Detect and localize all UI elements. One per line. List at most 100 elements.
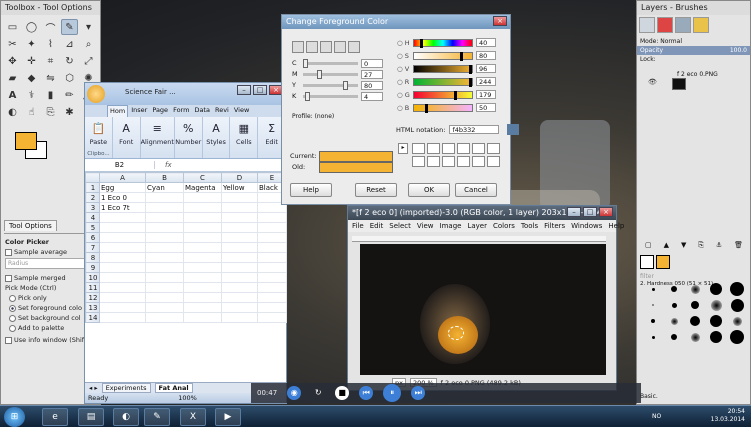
- anchor-icon[interactable]: ⚓: [716, 241, 722, 253]
- cell[interactable]: [221, 262, 258, 273]
- cell[interactable]: [257, 232, 287, 243]
- cmyk-slider[interactable]: [303, 69, 358, 79]
- cell[interactable]: [145, 282, 184, 293]
- row-header[interactable]: 4: [85, 212, 100, 223]
- cell[interactable]: [257, 282, 287, 293]
- brush-preview[interactable]: [686, 314, 704, 328]
- color-history-swatch[interactable]: [412, 143, 425, 154]
- cell[interactable]: [183, 282, 222, 293]
- brush-preview[interactable]: [707, 330, 725, 344]
- slider-knob[interactable]: [316, 69, 322, 79]
- cell[interactable]: [221, 252, 258, 263]
- brush-preview[interactable]: [728, 330, 746, 344]
- menu-item[interactable]: Image: [440, 222, 462, 230]
- ribbon-group-styles[interactable]: A Styles: [203, 117, 231, 158]
- channel-value-input[interactable]: 80: [476, 51, 496, 60]
- color-history-swatch[interactable]: [487, 156, 500, 167]
- color-history-swatch[interactable]: [457, 143, 470, 154]
- dialog-close-button[interactable]: ×: [493, 16, 507, 26]
- help-button[interactable]: Help: [290, 183, 332, 197]
- measure-tool-icon[interactable]: ⊿: [61, 36, 78, 52]
- cell[interactable]: [183, 252, 222, 263]
- brush-preview[interactable]: [707, 282, 725, 296]
- align-tool-icon[interactable]: ✛: [23, 53, 40, 69]
- menu-item[interactable]: Filters: [544, 222, 565, 230]
- sheet-tab-active[interactable]: Fat Anal: [154, 383, 193, 393]
- ribbon-tab[interactable]: Page: [150, 105, 170, 117]
- cell[interactable]: [183, 212, 222, 223]
- cell[interactable]: [257, 302, 287, 313]
- layers-tab-icon[interactable]: [639, 17, 655, 33]
- cell[interactable]: [145, 202, 184, 213]
- cell[interactable]: [145, 252, 184, 263]
- language-indicator[interactable]: NO: [652, 413, 661, 420]
- cell[interactable]: [221, 212, 258, 223]
- cmyk-value-input[interactable]: 80: [361, 80, 383, 90]
- brush-preview[interactable]: [707, 298, 725, 312]
- row-header[interactable]: 1: [85, 182, 100, 193]
- cell[interactable]: Cyan: [145, 182, 184, 193]
- rect-select-tool-icon[interactable]: ▭: [4, 19, 21, 35]
- watercolor-selector-icon[interactable]: [334, 41, 346, 53]
- channel-value-input[interactable]: 40: [476, 38, 496, 47]
- zoom-tool-icon[interactable]: ⌕: [80, 36, 97, 52]
- cmyk-value-input[interactable]: 0: [361, 58, 383, 68]
- image-canvas[interactable]: [360, 244, 606, 375]
- brush-tag[interactable]: Basic.: [640, 393, 658, 400]
- row-header[interactable]: 5: [85, 222, 100, 233]
- cell[interactable]: 1 Eco 7t: [99, 202, 146, 213]
- row-header[interactable]: 13: [85, 302, 100, 313]
- ribbon-group-paste[interactable]: 📋 Paste Clipbo...: [85, 117, 113, 158]
- menu-item[interactable]: View: [417, 222, 434, 230]
- color-history-swatch[interactable]: [412, 156, 425, 167]
- radius-field[interactable]: Radius: [5, 258, 96, 269]
- brush-fg-swatch[interactable]: [640, 255, 654, 269]
- lower-layer-icon[interactable]: ▼: [681, 241, 686, 253]
- airbrush-tool-icon[interactable]: ✱: [61, 104, 78, 120]
- brush-preview[interactable]: [644, 282, 662, 296]
- brush-preview[interactable]: [665, 298, 683, 312]
- sample-average-checkbox[interactable]: [5, 248, 12, 256]
- slider-knob[interactable]: [305, 91, 310, 101]
- brush-preview[interactable]: [644, 298, 662, 312]
- clock[interactable]: 20:54 13.03.2014: [711, 408, 745, 424]
- sample-merged-checkbox[interactable]: [5, 274, 12, 282]
- brush-filter-input[interactable]: filter: [640, 273, 654, 280]
- cage-tool-icon[interactable]: ⬡: [61, 70, 78, 86]
- cell[interactable]: [145, 302, 184, 313]
- gimp-taskbar-icon[interactable]: ✎: [144, 408, 170, 426]
- cell[interactable]: [145, 242, 184, 253]
- cell[interactable]: [99, 232, 146, 243]
- row-header[interactable]: 6: [85, 232, 100, 243]
- brush-preview[interactable]: [728, 282, 746, 296]
- cell[interactable]: [99, 242, 146, 253]
- sheet-nav-arrows[interactable]: ◂ ▸: [89, 384, 98, 392]
- cell[interactable]: [221, 272, 258, 283]
- ellipse-select-tool-icon[interactable]: ◯: [23, 19, 40, 35]
- cell[interactable]: [99, 252, 146, 263]
- foreground-color-swatch[interactable]: [15, 132, 37, 150]
- cell[interactable]: [183, 232, 222, 243]
- column-header[interactable]: A: [99, 172, 146, 183]
- fx-icon[interactable]: fx: [155, 161, 172, 169]
- cell[interactable]: [145, 212, 184, 223]
- cell[interactable]: [183, 312, 222, 323]
- gimp-maximize-button[interactable]: □: [583, 207, 597, 217]
- cell[interactable]: Yellow: [221, 182, 258, 193]
- explorer-icon[interactable]: ▤: [78, 408, 104, 426]
- cell[interactable]: [257, 312, 287, 323]
- column-header[interactable]: C: [183, 172, 222, 183]
- menu-item[interactable]: Tools: [521, 222, 538, 230]
- name-box[interactable]: B2: [85, 161, 155, 169]
- ribbon-tab[interactable]: Form: [171, 105, 191, 117]
- menu-item[interactable]: File: [352, 222, 364, 230]
- channel-radio-label[interactable]: ○ V: [397, 65, 413, 73]
- color-history-swatch[interactable]: [472, 156, 485, 167]
- opacity-slider[interactable]: Opacity 100.0: [637, 46, 750, 55]
- heal-tool-icon[interactable]: ⚕: [23, 87, 40, 103]
- scale-tool-icon[interactable]: ⤢: [80, 53, 97, 69]
- reset-button[interactable]: Reset: [355, 183, 397, 197]
- cell[interactable]: [183, 272, 222, 283]
- ribbon-tab[interactable]: View: [232, 105, 251, 117]
- cmyk-value-input[interactable]: 27: [361, 69, 383, 79]
